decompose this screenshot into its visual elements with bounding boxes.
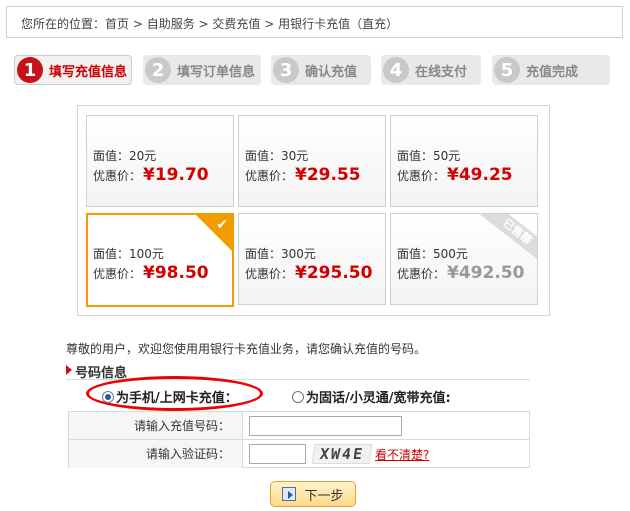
number-label: 请输入充值号码：: [69, 412, 243, 439]
price-label: 优惠价：: [245, 267, 294, 281]
price-value: ¥98.50: [143, 263, 209, 283]
radio-button-icon[interactable]: [102, 390, 114, 403]
price-label: 优惠价：: [93, 169, 142, 183]
card-price: 优惠价： ¥295.50: [245, 263, 372, 283]
next-step-label: 下一步: [304, 488, 344, 504]
step-label: 充值完成: [526, 64, 579, 80]
next-step-button[interactable]: 下一步: [270, 481, 356, 507]
recharge-number-input[interactable]: [249, 416, 402, 436]
step-number: 3: [273, 57, 299, 83]
step-confirm: 3 确认充值: [271, 55, 371, 85]
denomination-panel: 面值：20元 优惠价： ¥19.70 面值：30元 优惠价： ¥29.55 面值：5…: [77, 105, 550, 316]
price-label: 优惠价：: [397, 169, 446, 183]
denomination-card-300[interactable]: 面值：300元 优惠价： ¥295.50: [238, 213, 386, 305]
denomination-card-20[interactable]: 面值：20元 优惠价： ¥19.70: [86, 115, 234, 207]
step-number: 5: [494, 57, 520, 83]
welcome-notice: 尊敬的用户，欢迎您使用用银行卡充值业务，请您确认充值的号码。: [66, 342, 427, 356]
breadcrumb-self-service[interactable]: 自助服务: [147, 17, 195, 31]
price-value: ¥492.50: [447, 263, 525, 283]
step-number: 4: [383, 57, 409, 83]
step-fill-order-info: 2 填写订单信息: [143, 55, 261, 85]
card-face-value: 面值：20元: [93, 149, 157, 163]
radio-label: 为固话/小灵通/宽带充值:: [306, 391, 451, 406]
card-price: 优惠价： ¥49.25: [397, 165, 513, 185]
step-complete: 5 充值完成: [492, 55, 610, 85]
card-face-value: 面值：500元: [397, 247, 468, 261]
breadcrumb-current: 用银行卡充值（直充）: [278, 17, 399, 31]
breadcrumb-separator: >: [260, 17, 279, 31]
section-title: 号码信息: [75, 366, 128, 381]
denomination-card-500: 已售罄 面值：500元 优惠价： ¥492.50: [390, 213, 538, 305]
progress-steps: 1 填写充值信息 2 填写订单信息 3 确认充值 4 在线支付 5 充值完成: [14, 55, 614, 87]
breadcrumb-home[interactable]: 首页: [105, 17, 129, 31]
checkmark-icon: ✔: [216, 217, 228, 233]
refresh-captcha-link[interactable]: 看不清楚?: [375, 446, 429, 463]
step-label: 填写充值信息: [49, 64, 128, 80]
price-label: 优惠价：: [93, 267, 142, 281]
triangle-bullet-icon: [66, 365, 72, 375]
sold-out-badge: 已售罄: [479, 214, 537, 264]
card-face-value: 面值：300元: [245, 247, 316, 261]
step-label: 确认充值: [305, 64, 358, 80]
breadcrumb: 您所在的位置：首页 > 自助服务 > 交费充值 > 用银行卡充值（直充）: [6, 6, 623, 38]
breadcrumb-separator: >: [129, 17, 147, 31]
step-online-payment: 4 在线支付: [381, 55, 481, 85]
price-value: ¥29.55: [295, 165, 361, 185]
radio-mobile-recharge[interactable]: 为手机/上网卡充值：: [102, 387, 238, 406]
denomination-card-30[interactable]: 面值：30元 优惠价： ¥29.55: [238, 115, 386, 207]
radio-label: 为手机/上网卡充值：: [116, 391, 238, 406]
step-number: 2: [145, 57, 171, 83]
breadcrumb-prefix: 您所在的位置：: [21, 17, 106, 31]
step-label: 填写订单信息: [177, 64, 256, 80]
price-value: ¥295.50: [295, 263, 373, 283]
card-face-value: 面值：50元: [397, 149, 461, 163]
card-price: 优惠价： ¥29.55: [245, 165, 361, 185]
captcha-image[interactable]: XW4E: [311, 444, 373, 464]
card-face-value: 面值：30元: [245, 149, 309, 163]
next-arrow-icon: [282, 487, 297, 501]
step-fill-recharge-info: 1 填写充值信息: [14, 55, 132, 85]
card-price: 优惠价： ¥492.50: [397, 263, 524, 283]
captcha-input[interactable]: [249, 444, 306, 464]
card-price: 优惠价： ¥98.50: [93, 263, 209, 283]
breadcrumb-recharge[interactable]: 交费充值: [212, 17, 260, 31]
denomination-card-50[interactable]: 面值：50元 优惠价： ¥49.25: [390, 115, 538, 207]
price-value: ¥19.70: [143, 165, 209, 185]
step-label: 在线支付: [415, 64, 468, 80]
price-label: 优惠价：: [397, 267, 446, 281]
card-price: 优惠价： ¥19.70: [93, 165, 209, 185]
price-value: ¥49.25: [447, 165, 513, 185]
price-label: 优惠价：: [245, 169, 294, 183]
step-number: 1: [17, 57, 43, 83]
captcha-label: 请输入验证码：: [69, 440, 243, 468]
breadcrumb-separator: >: [194, 17, 213, 31]
form-row-captcha: 请输入验证码： XW4E 看不清楚?: [69, 440, 529, 468]
card-face-value: 面值：100元: [93, 247, 164, 261]
radio-landline-recharge[interactable]: 为固话/小灵通/宽带充值:: [292, 387, 451, 406]
recharge-type-selector: 为手机/上网卡充值： 为固话/小灵通/宽带充值:: [66, 376, 530, 411]
number-form: 请输入充值号码： 请输入验证码： XW4E 看不清楚?: [68, 411, 530, 468]
radio-button-icon[interactable]: [292, 390, 304, 403]
denomination-card-100[interactable]: ✔ 面值：100元 优惠价： ¥98.50: [86, 213, 234, 307]
form-row-number: 请输入充值号码：: [69, 412, 529, 440]
